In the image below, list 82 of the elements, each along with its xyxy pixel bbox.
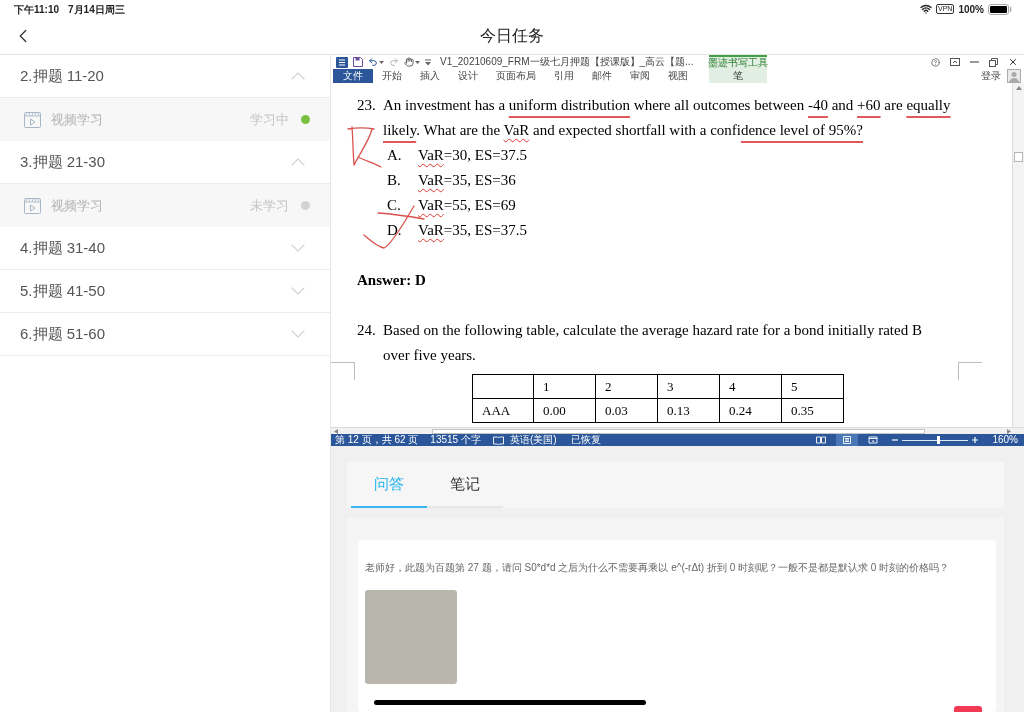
column-header: 3 (658, 375, 720, 399)
page-corner-mark (331, 362, 355, 380)
window-title: V1_20210609_FRM一级七月押题【授课版】_高云【题... (440, 56, 694, 68)
word-count[interactable]: 13515 个字 (430, 435, 481, 445)
zoom-reading: 160% (992, 435, 1018, 445)
column-header: 1 (534, 375, 596, 399)
zoom-slider[interactable] (902, 436, 969, 444)
ribbon-tab[interactable]: 插入 (411, 69, 449, 83)
qa-tab[interactable]: 笔记 (427, 462, 503, 508)
scroll-left-icon[interactable] (334, 428, 338, 434)
column-header: 2 (596, 375, 658, 399)
ribbon-display-icon[interactable] (950, 58, 960, 66)
scroll-right-icon[interactable] (1007, 428, 1011, 434)
question-text: 老师好，此题为百题第 27 题，请问 S0*d*d 之后为什么不需要再乘以 e^(-rΔt) 折到 0 时刻呢？一般不是都是默认求 0 时刻的价格吗？ (365, 562, 951, 574)
section-header[interactable]: 6.押题 51-60 (0, 313, 330, 356)
page-corner-mark (958, 362, 982, 380)
close-icon[interactable] (1008, 57, 1018, 67)
option-letter: B. (387, 171, 402, 190)
option-text: VaR=35, ES=37.5 (418, 221, 528, 240)
option-text: VaR=55, ES=69 (418, 196, 516, 215)
option-letter: D. (387, 221, 403, 240)
question-number: 23. (357, 96, 377, 115)
ribbon-tab[interactable]: 视图 (659, 69, 697, 83)
context-group-label: 墨迹书写工具 (709, 55, 767, 69)
ribbon-tab[interactable]: 开始 (373, 69, 411, 83)
answer-text: Answer: D (357, 272, 426, 288)
table-cell: 0.13 (658, 399, 720, 423)
lesson-type: 视频学习 (51, 110, 103, 129)
ribbon-tab[interactable]: 文件 (333, 69, 373, 83)
ribbon-tab[interactable]: 页面布局 (487, 69, 545, 83)
wifi-icon (920, 3, 932, 15)
help-icon[interactable] (931, 57, 940, 67)
undo-icon[interactable] (368, 57, 378, 67)
scrollbar-thumb[interactable] (432, 428, 925, 434)
customize-toolbar-icon[interactable] (425, 58, 431, 66)
ink-stroke-drawing (377, 211, 425, 221)
option-letter: A. (387, 146, 403, 165)
caret-icon[interactable] (379, 60, 384, 64)
page-count[interactable]: 第 12 页，共 62 页 (335, 435, 419, 445)
column-header: 5 (782, 375, 844, 399)
option-letter: C. (387, 196, 402, 215)
video-icon (24, 197, 41, 214)
page-title: 今日任务 (480, 26, 544, 46)
lesson-type: 视频学习 (51, 196, 103, 215)
language-indicator[interactable]: 英语(美国) (509, 435, 557, 445)
ribbon-tab[interactable]: 设计 (449, 69, 487, 83)
status-date: 7月14日周三 (68, 2, 125, 17)
status-time: 下午11:10 (14, 2, 60, 17)
row-header: AAA (473, 399, 534, 423)
column-header: 4 (720, 375, 782, 399)
ribbon-tab[interactable]: 笔 (709, 69, 767, 83)
option-text: VaR=30, ES=37.5 (418, 146, 528, 165)
battery-icon (988, 3, 1012, 15)
table-cell: 0.24 (720, 399, 782, 423)
question-text: An investment has a uniform distribution where all outcomes between -40 and +60 are equally likely. What are the VaR and expected shortfall with a confidence level of 95%? (383, 96, 951, 140)
question-number: 24. (357, 321, 377, 340)
recovery-status: 已恢复 (570, 435, 601, 445)
touch-mode-icon[interactable] (404, 57, 414, 67)
question-text: Based on the following table, calculate the average hazard rate for a bond initially rated B over five years. (383, 321, 922, 365)
table-cell: 0.03 (596, 399, 658, 423)
sign-in-link[interactable]: 登录 (981, 70, 1001, 82)
zoom-in-icon[interactable] (972, 437, 979, 443)
battery-percentage: 100% (958, 2, 984, 17)
restore-icon[interactable] (989, 57, 998, 67)
section-header[interactable]: 4.押题 31-40 (0, 227, 330, 270)
ribbon-tab[interactable]: 引用 (545, 69, 583, 83)
ribbon-tab[interactable]: 审阅 (621, 69, 659, 83)
section-header[interactable]: 5.押题 41-50 (0, 270, 330, 313)
option-text: VaR=35, ES=36 (418, 171, 516, 190)
caret-icon[interactable] (415, 60, 420, 64)
table-cell: 0.35 (782, 399, 844, 423)
zoom-slider-thumb[interactable] (937, 436, 941, 444)
table-cell: 0.00 (534, 399, 596, 423)
ribbon-tab[interactable]: 邮件 (583, 69, 621, 83)
scroll-up-icon[interactable] (1015, 86, 1022, 90)
video-icon (24, 111, 41, 128)
proofing-icon[interactable] (492, 435, 504, 445)
print-view-icon[interactable] (836, 434, 859, 446)
zoom-out-icon[interactable] (892, 437, 899, 443)
save-icon[interactable] (353, 57, 363, 67)
vertical-scrollbar[interactable] (1012, 83, 1024, 427)
scrollbar-thumb[interactable] (1014, 152, 1023, 162)
